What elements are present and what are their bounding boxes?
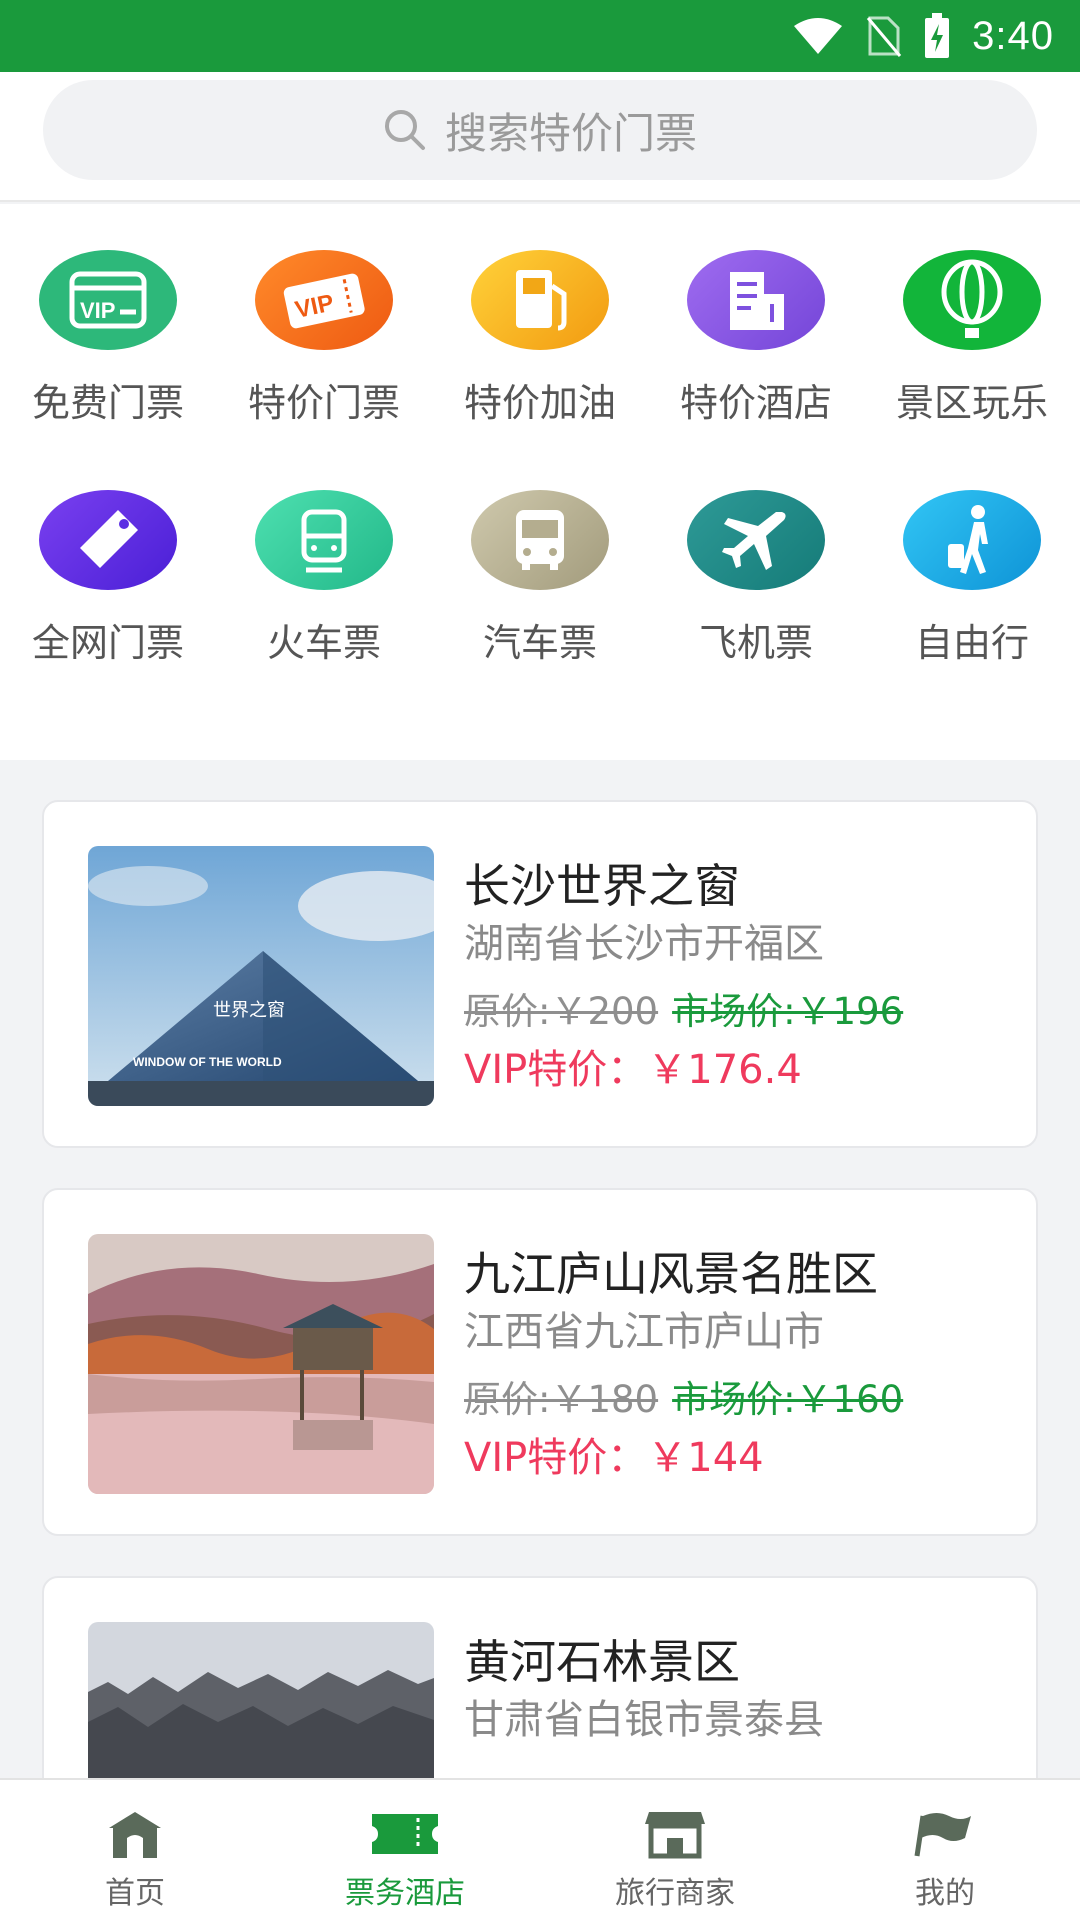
ticket-icon xyxy=(372,1814,438,1854)
category-free-travel[interactable]: 自由行 xyxy=(864,444,1080,665)
category-label: 特价门票 xyxy=(247,381,400,425)
bus-icon xyxy=(471,490,609,590)
category-grid: VIP 免费门票 VIP 特价门票 特价加油 特价酒店 景区玩乐 全网门票 火车… xyxy=(0,204,1080,760)
status-time: 3:40 xyxy=(972,13,1054,58)
wifi-icon xyxy=(794,18,843,54)
attraction-image: 世界之窗 WINDOW OF THE WORLD xyxy=(88,846,434,1106)
category-label: 特价酒店 xyxy=(679,381,832,425)
nav-tickets-hotels[interactable]: 票务酒店 xyxy=(270,1780,540,1920)
category-discount-tickets[interactable]: VIP 特价门票 xyxy=(216,204,432,425)
hotel-building-icon xyxy=(687,250,825,350)
vip-ticket-icon: VIP xyxy=(255,250,393,350)
category-all-tickets[interactable]: 全网门票 xyxy=(0,444,216,665)
attraction-address: 江西省九江市庐山市 xyxy=(464,1309,824,1355)
market-price: 市场价:￥160 xyxy=(672,1378,904,1421)
attraction-address: 甘肃省白银市景泰县 xyxy=(464,1697,824,1743)
category-free-tickets[interactable]: VIP 免费门票 xyxy=(0,204,216,425)
bottom-nav: 首页 票务酒店 旅行商家 我的 xyxy=(0,1778,1080,1920)
status-bar: 3:40 xyxy=(0,0,1080,72)
nav-label: 首页 xyxy=(105,1876,165,1911)
svg-text:VIP: VIP xyxy=(80,298,115,323)
attraction-image xyxy=(88,1234,434,1494)
airplane-icon xyxy=(687,490,825,590)
attraction-name: 长沙世界之窗 xyxy=(464,859,740,913)
no-sim-icon xyxy=(866,16,902,57)
category-label: 免费门票 xyxy=(31,381,184,425)
original-price: 原价:￥180 xyxy=(464,1378,659,1421)
category-bus-tickets[interactable]: 汽车票 xyxy=(432,444,648,665)
search-area: 搜索特价门票 xyxy=(0,72,1080,202)
nav-label: 我的 xyxy=(915,1876,975,1911)
flag-icon xyxy=(914,1813,971,1857)
category-label: 特价加油 xyxy=(463,381,616,425)
vip-card-icon: VIP xyxy=(39,250,177,350)
category-scenic-fun[interactable]: 景区玩乐 xyxy=(864,204,1080,425)
nav-home[interactable]: 首页 xyxy=(0,1780,270,1920)
nav-label: 旅行商家 xyxy=(615,1876,735,1911)
attraction-card[interactable]: 世界之窗 WINDOW OF THE WORLD 长沙世界之窗 湖南省长沙市开福… xyxy=(42,800,1038,1148)
image-caption: WINDOW OF THE WORLD xyxy=(133,1055,282,1069)
battery-charging-icon xyxy=(925,13,950,58)
nav-mine[interactable]: 我的 xyxy=(810,1780,1080,1920)
traveler-icon xyxy=(903,490,1041,590)
fuel-pump-icon xyxy=(471,250,609,350)
category-flight-tickets[interactable]: 飞机票 xyxy=(648,444,864,665)
vip-price: VIP特价：￥176.4 xyxy=(464,1047,802,1093)
category-label: 景区玩乐 xyxy=(895,381,1048,425)
category-label: 飞机票 xyxy=(698,621,813,665)
category-train-tickets[interactable]: 火车票 xyxy=(216,444,432,665)
hot-air-balloon-icon xyxy=(903,250,1041,350)
category-label: 自由行 xyxy=(914,621,1029,665)
market-price: 市场价:￥196 xyxy=(672,990,904,1033)
attraction-name: 黄河石林景区 xyxy=(464,1635,740,1689)
vip-price: VIP特价：￥144 xyxy=(464,1435,764,1481)
image-caption: 世界之窗 xyxy=(213,1000,285,1021)
nav-label: 票务酒店 xyxy=(345,1876,465,1911)
search-icon xyxy=(384,110,425,150)
category-label: 汽车票 xyxy=(482,621,597,665)
attraction-card[interactable]: 九江庐山风景名胜区 江西省九江市庐山市 原价:￥180 市场价:￥160 VIP特… xyxy=(42,1188,1038,1536)
nav-travel-merchants[interactable]: 旅行商家 xyxy=(540,1780,810,1920)
original-price: 原价:￥200 xyxy=(464,990,659,1033)
home-gate-icon xyxy=(109,1812,161,1858)
search-placeholder: 搜索特价门票 xyxy=(444,108,697,158)
category-label: 火车票 xyxy=(266,621,381,665)
train-icon xyxy=(255,490,393,590)
price-tag-icon xyxy=(39,490,177,590)
shop-icon xyxy=(645,1812,705,1859)
category-discount-fuel[interactable]: 特价加油 xyxy=(432,204,648,425)
attraction-address: 湖南省长沙市开福区 xyxy=(464,921,824,967)
attraction-name: 九江庐山风景名胜区 xyxy=(464,1247,878,1301)
category-label: 全网门票 xyxy=(31,621,184,665)
category-discount-hotels[interactable]: 特价酒店 xyxy=(648,204,864,425)
search-input[interactable]: 搜索特价门票 xyxy=(43,80,1037,180)
